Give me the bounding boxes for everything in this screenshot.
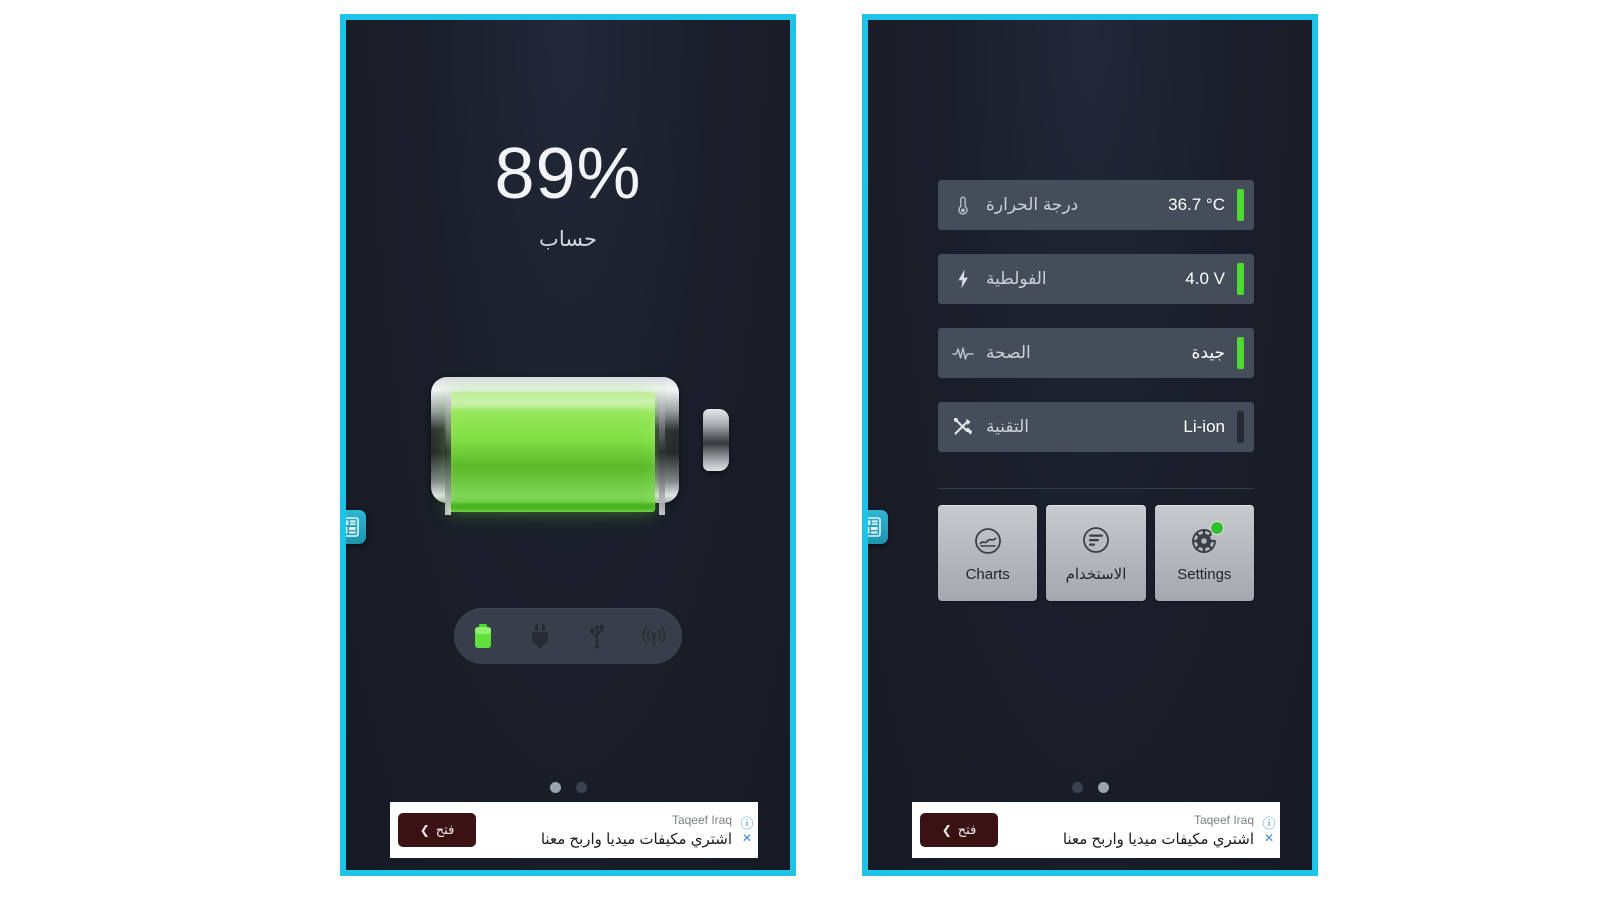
horizontal-battery-graphic — [423, 365, 729, 515]
ad-controls: ⓘ ✕ — [1262, 817, 1276, 844]
left-screen: 89% حساب ❮ فتح Taqeef Iraq اشتري مكيفات … — [346, 20, 790, 870]
ad-advertiser: Taqeef Iraq — [1193, 812, 1254, 827]
ad-banner[interactable]: ❮ فتح Taqeef Iraq اشتري مكيفات ميديا وار… — [390, 802, 758, 858]
charging-source-pill — [454, 608, 682, 664]
row-label: التقنية — [986, 417, 1030, 436]
section-divider — [938, 488, 1254, 489]
charts-icon — [971, 524, 1005, 558]
battery-status-label: حساب — [539, 228, 597, 251]
ad-open-button[interactable]: ❮ فتح — [398, 813, 476, 847]
battery-body — [431, 377, 679, 515]
battery-terminal-cap — [703, 409, 729, 471]
row-value: 4.0 V — [1185, 269, 1225, 288]
row-label: درجة الحرارة — [986, 195, 1079, 214]
ad-open-label: فتح — [957, 822, 977, 837]
row-label: الفولطية — [986, 269, 1047, 288]
row-value: 36.7 °C — [1168, 195, 1225, 214]
usb-icon[interactable] — [582, 621, 612, 651]
right-screen: درجة الحرارة 36.7 °C الفولطية 4.0 V الصح… — [868, 20, 1312, 870]
ad-open-label: فتح — [435, 822, 455, 837]
table-row[interactable]: درجة الحرارة 36.7 °C — [938, 180, 1254, 230]
ad-advertiser: Taqeef Iraq — [671, 812, 732, 827]
battery-ring-left — [445, 389, 451, 515]
pulse-icon — [952, 342, 974, 364]
page-indicator-right — [868, 782, 1312, 793]
battery-icon[interactable] — [468, 621, 498, 651]
page-dot-1[interactable] — [1071, 782, 1083, 793]
ad-open-button[interactable]: ❮ فتح — [920, 813, 998, 847]
bolt-icon — [952, 268, 974, 290]
chevron-left-icon: ❮ — [419, 823, 430, 837]
dashboard-widget-icon[interactable] — [868, 510, 888, 544]
phone-panel-left: 89% حساب ❮ فتح Taqeef Iraq اشتري مكيفات … — [340, 14, 796, 876]
table-row[interactable]: الفولطية 4.0 V — [938, 254, 1254, 304]
table-row[interactable]: التقنية Li-ion — [938, 402, 1254, 452]
close-icon[interactable]: ✕ — [1264, 832, 1274, 844]
close-icon[interactable]: ✕ — [742, 832, 752, 844]
ad-copy: اشتري مكيفات ميديا واربح معنا — [1062, 830, 1254, 848]
battery-percentage: 89% — [494, 134, 642, 214]
row-label: الصحة — [986, 343, 1031, 362]
row-status-bar — [1237, 189, 1244, 221]
settings-update-badge — [1211, 521, 1224, 534]
ad-copy: اشتري مكيفات ميديا واربح معنا — [540, 830, 732, 848]
info-icon[interactable]: ⓘ — [740, 817, 753, 830]
usage-button[interactable]: الاستخدام — [1046, 505, 1146, 601]
page-dot-2[interactable] — [1097, 782, 1109, 793]
settings-button[interactable]: Settings — [1154, 505, 1254, 601]
phone-panel-right: درجة الحرارة 36.7 °C الفولطية 4.0 V الصح… — [862, 14, 1318, 876]
battery-info-list: درجة الحرارة 36.7 °C الفولطية 4.0 V الصح… — [938, 180, 1254, 476]
table-row[interactable]: الصحة جيدة — [938, 328, 1254, 378]
action-button-row: Charts الاستخدام Settings — [938, 505, 1254, 601]
tools-icon — [952, 416, 974, 438]
row-status-bar — [1237, 263, 1244, 295]
charts-button-label: Charts — [965, 565, 1010, 583]
usage-button-label: الاستخدام — [1065, 566, 1127, 583]
ad-text-block: Taqeef Iraq اشتري مكيفات ميديا واربح معن… — [476, 811, 740, 850]
page-indicator-left — [346, 782, 790, 793]
plug-icon[interactable] — [525, 621, 555, 651]
settings-gear-icon — [1187, 521, 1224, 558]
info-icon[interactable]: ⓘ — [1262, 817, 1275, 830]
ad-text-block: Taqeef Iraq اشتري مكيفات ميديا واربح معن… — [998, 811, 1262, 850]
battery-fill — [447, 392, 655, 512]
wireless-charging-icon[interactable] — [639, 621, 669, 651]
screenshot-stage: 89% حساب ❮ فتح Taqeef Iraq اشتري مكيفات … — [0, 0, 1600, 900]
charts-button[interactable]: Charts — [938, 505, 1038, 601]
dashboard-widget-icon[interactable] — [346, 510, 366, 544]
chevron-left-icon: ❮ — [941, 823, 952, 837]
usage-icon — [1079, 523, 1113, 557]
thermometer-icon — [952, 194, 974, 216]
battery-ring-right — [659, 389, 665, 515]
ad-controls: ⓘ ✕ — [740, 817, 754, 844]
settings-button-label: Settings — [1177, 565, 1232, 583]
row-status-bar — [1237, 337, 1244, 369]
row-status-bar — [1237, 411, 1244, 443]
row-value: جيدة — [1191, 343, 1225, 362]
row-value: Li-ion — [1183, 417, 1225, 436]
page-dot-2[interactable] — [575, 782, 587, 793]
ad-banner[interactable]: ❮ فتح Taqeef Iraq اشتري مكيفات ميديا وار… — [912, 802, 1280, 858]
page-dot-1[interactable] — [549, 782, 561, 793]
